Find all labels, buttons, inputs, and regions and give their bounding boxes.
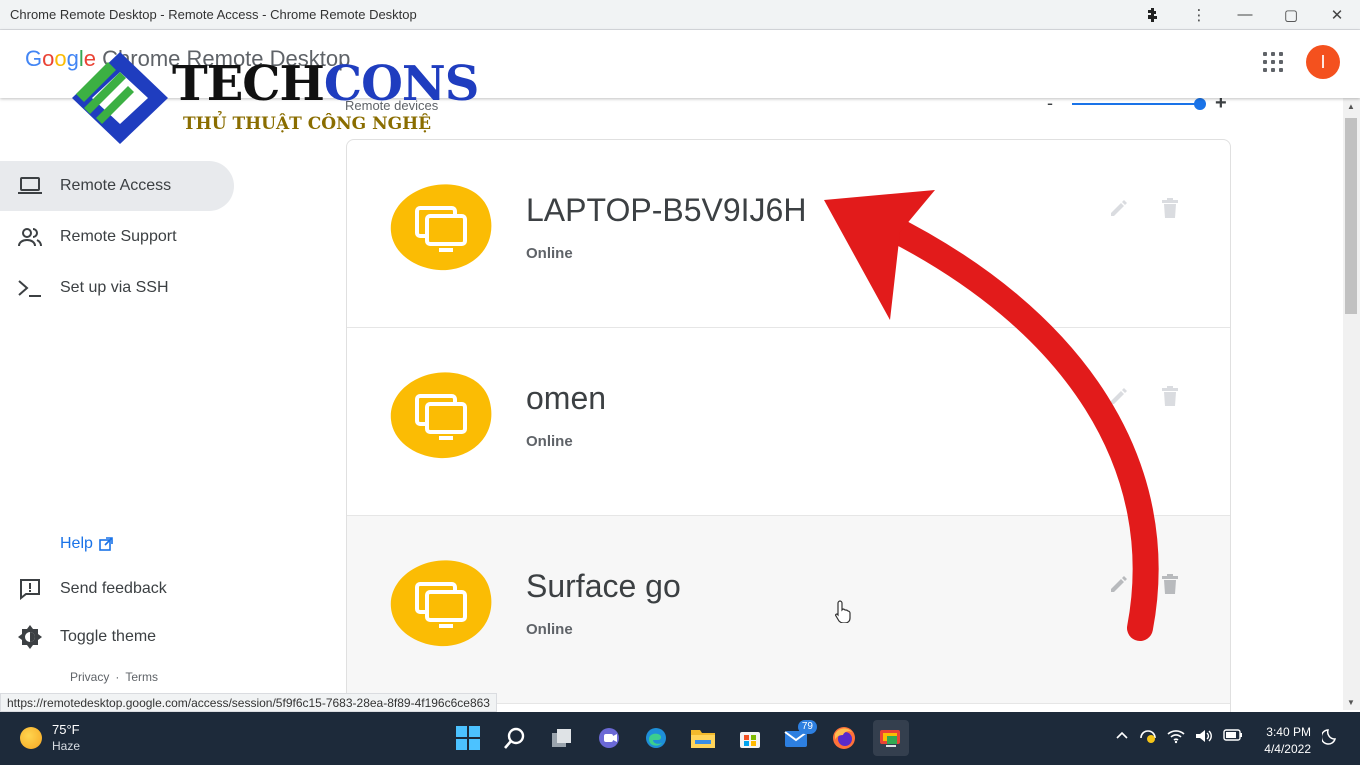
sidebar-item-remote-support[interactable]: Remote Support xyxy=(0,212,234,262)
wifi-icon[interactable] xyxy=(1167,728,1185,747)
send-feedback-button[interactable]: Send feedback xyxy=(0,571,167,607)
battery-icon[interactable] xyxy=(1223,728,1243,747)
store-icon[interactable] xyxy=(732,720,768,756)
device-list: LAPTOP-B5V9IJ6H Online omen Online Surfa… xyxy=(346,139,1231,719)
chevron-up-icon[interactable] xyxy=(1115,728,1129,747)
terms-link[interactable]: Terms xyxy=(125,670,158,684)
scrollbar-thumb[interactable] xyxy=(1345,118,1357,314)
hand-cursor-icon xyxy=(834,600,851,623)
window-title: Chrome Remote Desktop - Remote Access - … xyxy=(10,7,417,22)
firefox-icon[interactable] xyxy=(826,720,862,756)
techcons-logo-icon xyxy=(72,52,168,144)
toggle-theme-label: Toggle theme xyxy=(60,628,157,645)
minimize-button[interactable]: — xyxy=(1222,0,1268,30)
help-label: Help xyxy=(60,535,93,552)
watermark-title: TECHCONS xyxy=(172,56,479,112)
external-link-icon xyxy=(99,537,113,551)
status-url: https://remotedesktop.google.com/access/… xyxy=(0,693,497,712)
teams-chat-icon[interactable] xyxy=(591,720,627,756)
toggle-theme-button[interactable]: Toggle theme xyxy=(0,619,156,655)
device-status: Online xyxy=(526,621,573,638)
sidebar-item-label: Remote Support xyxy=(60,228,177,245)
edit-icon[interactable] xyxy=(1107,384,1131,408)
delete-icon[interactable] xyxy=(1158,196,1182,220)
device-name: Surface go xyxy=(526,568,681,604)
sidebar-item-label: Set up via SSH xyxy=(60,279,169,296)
window-titlebar: Chrome Remote Desktop - Remote Access - … xyxy=(0,0,1360,30)
weather-sun-icon xyxy=(20,727,42,749)
zoom-thumb[interactable] xyxy=(1194,98,1206,110)
weather-temp: 75°F xyxy=(52,722,80,737)
sidebar-item-remote-access[interactable]: Remote Access xyxy=(0,161,234,211)
notification-icon[interactable] xyxy=(1320,729,1338,750)
people-icon xyxy=(0,227,60,247)
system-clock[interactable]: 3:40 PM 4/4/2022 xyxy=(1255,724,1311,758)
google-apps-icon[interactable] xyxy=(1262,51,1284,73)
sidebar-item-label: Remote Access xyxy=(60,177,172,194)
task-view-icon[interactable] xyxy=(544,720,580,756)
scroll-down-arrow[interactable]: ▼ xyxy=(1347,698,1355,707)
edit-icon[interactable] xyxy=(1107,572,1131,596)
edge-icon[interactable] xyxy=(638,720,674,756)
theme-icon xyxy=(0,625,60,649)
legal-separator: · xyxy=(115,670,120,684)
mail-badge: 79 xyxy=(797,720,817,734)
edit-icon[interactable] xyxy=(1107,196,1131,220)
file-explorer-icon[interactable] xyxy=(685,720,721,756)
computer-icon xyxy=(390,184,492,271)
taskbar-pinned-apps: 79 xyxy=(450,720,909,756)
privacy-link[interactable]: Privacy xyxy=(70,670,109,684)
search-icon[interactable] xyxy=(497,720,533,756)
terminal-icon xyxy=(0,278,60,298)
computer-icon xyxy=(390,560,492,647)
remote-desktop-taskbar-icon[interactable] xyxy=(873,720,909,756)
delete-icon[interactable] xyxy=(1158,572,1182,596)
security-icon[interactable] xyxy=(1139,728,1157,747)
volume-icon[interactable] xyxy=(1195,728,1213,747)
device-card[interactable]: omen Online xyxy=(347,328,1230,516)
sidebar: Remote Access Remote Support Set up via … xyxy=(0,98,345,710)
feedback-icon xyxy=(0,578,60,600)
computer-icon xyxy=(390,372,492,459)
system-tray xyxy=(1115,728,1243,747)
maximize-button[interactable]: ▢ xyxy=(1268,0,1314,30)
send-feedback-label: Send feedback xyxy=(60,580,167,597)
clock-date: 4/4/2022 xyxy=(1264,742,1311,756)
techcons-watermark: TECHCONS THỦ THUẬT CÔNG NGHỆ xyxy=(68,50,479,146)
close-button[interactable]: ✕ xyxy=(1314,0,1360,30)
sidebar-item-ssh[interactable]: Set up via SSH xyxy=(0,263,234,313)
watermark-subtitle: THỦ THUẬT CÔNG NGHỆ xyxy=(183,114,432,134)
device-name: omen xyxy=(526,380,607,416)
weather-condition: Haze xyxy=(52,739,81,753)
page-scrollbar[interactable]: ▲ ▼ xyxy=(1343,98,1360,710)
laptop-icon xyxy=(0,176,60,196)
window-menu-button[interactable]: ⋮ xyxy=(1176,0,1222,30)
extensions-icon[interactable] xyxy=(1130,0,1176,30)
account-avatar[interactable]: I xyxy=(1306,45,1340,79)
zoom-track[interactable] xyxy=(1072,103,1200,105)
windows-taskbar: 75°F Haze 79 3:40 PM 4/4/2022 xyxy=(0,712,1360,765)
device-status: Online xyxy=(526,245,573,262)
scroll-up-arrow[interactable]: ▲ xyxy=(1347,102,1355,111)
device-status: Online xyxy=(526,433,573,450)
clock-time: 3:40 PM xyxy=(1266,725,1311,739)
device-card[interactable]: Surface go Online xyxy=(347,516,1230,704)
delete-icon[interactable] xyxy=(1158,384,1182,408)
weather-widget[interactable]: 75°F Haze xyxy=(20,722,80,754)
start-icon[interactable] xyxy=(450,720,486,756)
help-link[interactable]: Help xyxy=(60,535,113,553)
mail-icon[interactable]: 79 xyxy=(779,720,817,756)
device-name: LAPTOP-B5V9IJ6H xyxy=(526,192,807,228)
device-card[interactable]: LAPTOP-B5V9IJ6H Online xyxy=(347,140,1230,328)
legal-links: Privacy · Terms xyxy=(70,670,158,684)
